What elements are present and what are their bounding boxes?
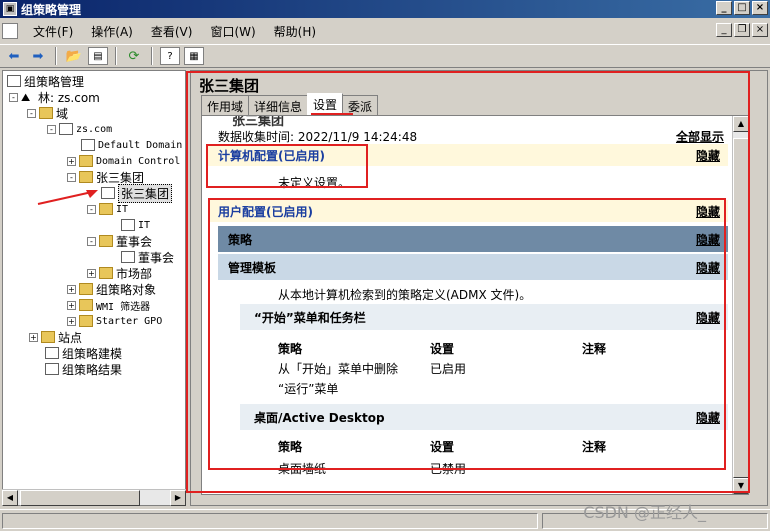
help-icon[interactable]: ? <box>160 47 180 65</box>
menu-view[interactable]: 查看(V) <box>142 23 202 40</box>
expand-icon[interactable]: + <box>29 332 38 342</box>
tree-gpo-objects[interactable]: + 组策略对象 <box>67 281 156 297</box>
ou-icon <box>79 171 93 183</box>
folder-icon <box>79 299 93 311</box>
tree-label: 域 <box>56 106 69 121</box>
red-arrow-annotation <box>37 190 98 205</box>
tree-label: zs.com <box>76 123 113 135</box>
tree-ou-board[interactable]: - 董事会 <box>87 233 152 249</box>
scroll-thumb[interactable] <box>20 490 140 506</box>
tree-label: 组策略管理 <box>24 74 85 89</box>
status-cell-main <box>2 513 538 529</box>
tree-domains[interactable]: - 域 <box>27 105 68 121</box>
ou-icon <box>99 235 113 247</box>
tree-domain-controllers[interactable]: + Domain Control <box>67 153 180 169</box>
tree-label: 董事会 <box>138 250 175 265</box>
tree-ou-market[interactable]: + 市场部 <box>87 265 152 281</box>
tree-label: Domain Control <box>96 155 181 167</box>
child-close-button[interactable]: × <box>752 23 768 37</box>
tree-label: 组策略对象 <box>96 282 157 297</box>
ou-icon <box>79 155 93 167</box>
folder-icon <box>79 315 93 327</box>
tree-label: 董事会 <box>116 234 153 249</box>
tree-gpo-zs[interactable]: 张三集团 <box>101 183 173 203</box>
results-icon <box>45 363 59 375</box>
red-box-computer-config <box>206 144 368 188</box>
tree-default-domain[interactable]: Default Domain <box>81 137 182 153</box>
minimize-button[interactable]: _ <box>716 1 732 15</box>
window-title: 组策略管理 <box>21 2 82 17</box>
tree-gpo-it[interactable]: IT <box>121 217 150 233</box>
tree-results[interactable]: 组策略结果 <box>45 361 122 377</box>
modeling-icon <box>45 347 59 359</box>
tree-forest[interactable]: - ⛰ 林: zs.com <box>9 89 100 105</box>
tree-label: IT <box>138 219 151 231</box>
child-restore-button[interactable]: ❐ <box>734 23 750 37</box>
back-arrow-icon[interactable]: ⬅ <box>4 47 24 65</box>
properties-icon[interactable]: ▦ <box>184 47 204 65</box>
gpo-link-icon <box>101 187 115 199</box>
toolbar: ⬅ ➡ 📂 ▤ ⟳ ? ▦ <box>0 44 770 68</box>
maximize-button[interactable]: □ <box>734 1 750 15</box>
menu-bar: 文件(F) 操作(A) 查看(V) 窗口(W) 帮助(H) _ ❐ × <box>0 20 770 42</box>
ou-icon <box>99 203 113 215</box>
gpo-link-icon <box>121 251 135 263</box>
collapse-icon[interactable]: - <box>47 124 56 134</box>
tree-label: Default Domain <box>98 139 183 151</box>
forward-arrow-icon[interactable]: ➡ <box>28 47 48 65</box>
tree-label: 林: zs.com <box>38 90 100 105</box>
tree-label: Starter GPO <box>96 315 163 327</box>
child-minimize-button[interactable]: _ <box>716 23 732 37</box>
collapse-icon[interactable]: - <box>27 108 36 118</box>
menu-help[interactable]: 帮助(H) <box>265 23 325 40</box>
red-box-user-config <box>208 198 726 470</box>
scroll-left-arrow[interactable]: ◀ <box>2 490 18 506</box>
tree-label-selected: 张三集团 <box>118 183 173 203</box>
expand-icon[interactable]: + <box>67 316 76 326</box>
collapse-icon[interactable]: - <box>67 172 76 182</box>
tree-root[interactable]: 组策略管理 <box>7 73 84 89</box>
tree-horizontal-scrollbar[interactable]: ◀ ▶ <box>2 489 186 506</box>
refresh-icon[interactable]: ⟳ <box>124 47 144 65</box>
expand-icon[interactable]: + <box>67 300 76 310</box>
document-icon <box>2 23 18 39</box>
domain-icon <box>59 123 73 135</box>
tree-label: 组策略结果 <box>62 362 123 377</box>
menu-window[interactable]: 窗口(W) <box>201 23 264 40</box>
gpo-link-icon <box>81 139 95 151</box>
forest-icon: ⛰ <box>21 91 31 104</box>
tree-modeling[interactable]: 组策略建模 <box>45 345 122 361</box>
tree-domain[interactable]: - zs.com <box>47 121 112 137</box>
tree-wmi[interactable]: + WMI 筛选器 <box>67 297 150 313</box>
title-bar: ▣ 组策略管理 _ □ × <box>0 0 770 18</box>
app-icon: ▣ <box>3 2 17 16</box>
tree-label: IT <box>116 203 129 215</box>
tree-sites[interactable]: + 站点 <box>29 329 82 345</box>
expand-icon[interactable]: + <box>67 156 76 166</box>
tree-label: 市场部 <box>116 266 153 281</box>
gpm-icon <box>7 75 21 87</box>
menu-action[interactable]: 操作(A) <box>82 23 142 40</box>
console-tree: 组策略管理 - ⛰ 林: zs.com - 域 - zs.com Default… <box>2 70 186 506</box>
watermark: CSDN @正经人_ <box>583 503 706 522</box>
collapse-icon[interactable]: - <box>87 236 96 246</box>
folder-icon <box>39 107 53 119</box>
tree-gpo-board[interactable]: 董事会 <box>121 249 174 265</box>
gpo-link-icon <box>121 219 135 231</box>
close-button[interactable]: × <box>752 1 768 15</box>
expand-icon[interactable]: + <box>87 268 96 278</box>
folder-icon <box>41 331 55 343</box>
expand-icon[interactable]: + <box>67 284 76 294</box>
ou-icon <box>99 267 113 279</box>
tree-label: WMI 筛选器 <box>96 301 151 313</box>
menu-file[interactable]: 文件(F) <box>24 23 82 40</box>
tree-label: 站点 <box>58 330 83 345</box>
folder-icon <box>79 283 93 295</box>
show-hide-tree-icon[interactable]: ▤ <box>88 47 108 65</box>
scroll-right-arrow[interactable]: ▶ <box>170 490 186 506</box>
collapse-icon[interactable]: - <box>9 92 18 102</box>
tree-label: 组策略建模 <box>62 346 123 361</box>
up-folder-icon[interactable]: 📂 <box>64 47 84 65</box>
tree-starter[interactable]: + Starter GPO <box>67 313 162 329</box>
